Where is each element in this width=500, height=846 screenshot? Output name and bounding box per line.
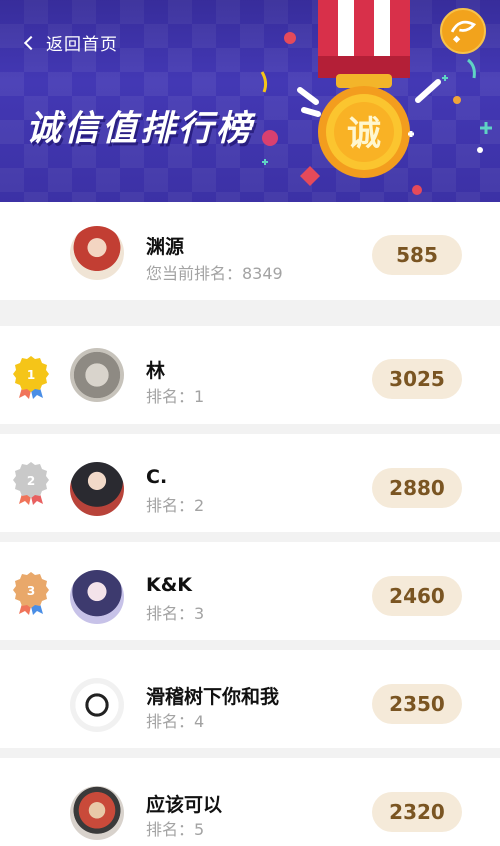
user-score-badge: 585 <box>372 235 462 275</box>
user-score-badge: 2320 <box>372 792 462 832</box>
ranking-row-4[interactable]: 滑稽树下你和我 排名：4 2350 <box>0 650 500 748</box>
ranking-row-1[interactable]: 1 林 排名：1 3025 <box>0 326 500 424</box>
app-logo-button[interactable] <box>440 8 486 54</box>
bronze-medal-icon: 3 <box>13 572 49 615</box>
back-button[interactable]: 返回首页 <box>23 30 118 55</box>
user-rank: 排名：2 <box>146 496 205 515</box>
avatar <box>70 678 124 732</box>
chevron-left-icon <box>23 35 39 50</box>
page-title: 诚信值排行榜 <box>26 109 255 149</box>
user-score-badge: 2460 <box>372 576 462 616</box>
medal-character: 诚 <box>347 114 381 154</box>
user-score-badge: 2350 <box>372 684 462 724</box>
avatar <box>70 462 124 516</box>
user-rank: 排名：3 <box>146 604 205 623</box>
user-rank: 排名：1 <box>146 387 205 406</box>
logo-icon <box>450 20 477 43</box>
medal-number: 2 <box>27 474 35 488</box>
user-name: 滑稽树下你和我 <box>146 686 280 708</box>
avatar <box>70 786 124 840</box>
user-name: 应该可以 <box>146 794 223 816</box>
user-name: 林 <box>146 360 166 382</box>
current-user-card: 渊源 您当前排名：8349 585 <box>0 202 500 300</box>
medal-number: 1 <box>27 368 35 382</box>
user-score-badge: 2880 <box>372 468 462 508</box>
user-rank: 排名：4 <box>146 712 205 731</box>
user-rank: 排名：5 <box>146 820 205 839</box>
avatar <box>70 570 124 624</box>
silver-medal-icon: 2 <box>13 462 49 505</box>
avatar <box>70 226 124 280</box>
user-name: K&K <box>146 574 193 596</box>
avatar <box>70 348 124 402</box>
gold-medal-icon: 1 <box>13 356 49 399</box>
user-rank: 您当前排名：8349 <box>146 264 283 283</box>
ranking-row-3[interactable]: 3 K&K 排名：3 2460 <box>0 542 500 640</box>
header-banner: 返回首页 诚信值排行榜 诚 <box>0 0 500 202</box>
ranking-row-2[interactable]: 2 C. 排名：2 2880 <box>0 434 500 532</box>
user-name: C. <box>146 466 168 488</box>
user-name: 渊源 <box>146 236 185 258</box>
user-score-badge: 3025 <box>372 359 462 399</box>
medal-number: 3 <box>27 584 35 598</box>
back-label: 返回首页 <box>46 35 118 55</box>
ranking-row-5[interactable]: 应该可以 排名：5 2320 <box>0 758 500 846</box>
